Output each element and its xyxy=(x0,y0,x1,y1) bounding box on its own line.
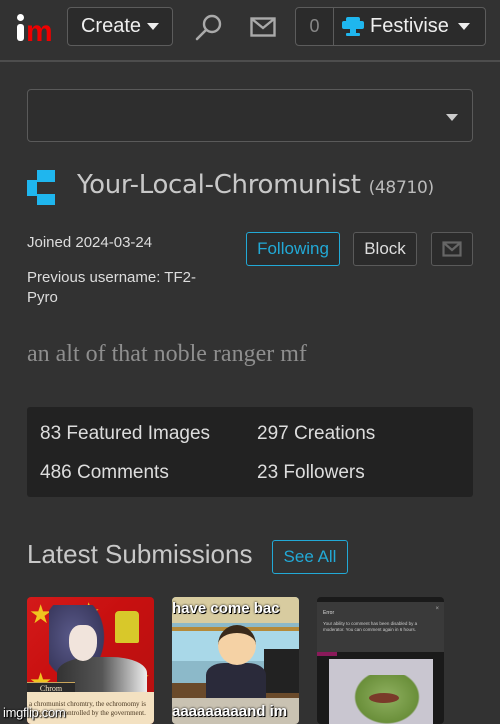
stat-followers[interactable]: 23 Followers xyxy=(257,462,365,484)
character-face xyxy=(69,625,97,661)
stat-featured-images[interactable]: 83 Featured Images xyxy=(40,423,210,445)
logo-i-stem xyxy=(17,24,24,41)
meme-bottom-text: aaaaaaaaand im xyxy=(172,703,288,720)
search-icon[interactable] xyxy=(194,13,224,41)
error-dialog-message: Your ability to comment has been disable… xyxy=(323,621,418,632)
pixel-c-icon xyxy=(27,170,55,205)
stat-creations[interactable]: 297 Creations xyxy=(257,423,375,445)
user-menu-label: Festivise xyxy=(370,15,449,37)
meme-top-text: have come bac xyxy=(172,600,280,617)
logo-i-dot xyxy=(17,14,24,21)
error-dialog-title: Error xyxy=(323,610,335,616)
mail-icon[interactable] xyxy=(250,17,276,37)
logo-m: m xyxy=(26,15,53,48)
caret-down-icon xyxy=(458,23,470,30)
anchor-suit xyxy=(206,663,266,703)
kermit-mouth xyxy=(369,693,399,703)
mail-icon xyxy=(442,241,462,257)
username-text: Your-Local-Chromunist xyxy=(77,170,361,200)
top-navigation-bar: m Create 0 Festivise xyxy=(0,0,500,62)
stats-panel: 83 Featured Images 297 Creations 486 Com… xyxy=(27,407,473,497)
following-button[interactable]: Following xyxy=(246,232,340,266)
previous-username: Previous username: TF2-Pyro xyxy=(27,269,196,306)
notification-count[interactable]: 0 xyxy=(296,8,334,45)
submission-thumbnail[interactable]: Error Your ability to comment has been d… xyxy=(317,597,444,724)
fist-image xyxy=(115,611,139,643)
caret-down-icon xyxy=(147,23,160,30)
accent-bar xyxy=(317,652,337,656)
profile-bio: an alt of that noble ranger mf xyxy=(27,341,307,367)
error-dialog: Error Your ability to comment has been d… xyxy=(317,602,444,652)
imgflip-logo[interactable]: m xyxy=(15,13,55,47)
create-dropdown-button[interactable]: Create xyxy=(67,7,173,46)
block-button[interactable]: Block xyxy=(353,232,417,266)
chevron-down-icon xyxy=(446,114,458,121)
profile-username: Your-Local-Chromunist (48710) xyxy=(77,170,434,200)
user-menu-dropdown[interactable]: Festivise xyxy=(334,8,485,45)
tree-icon xyxy=(342,16,364,36)
monitor xyxy=(264,649,299,693)
submission-thumbnail[interactable]: have come bac aaaaaaaaand im xyxy=(172,597,299,724)
profile-section-select[interactable] xyxy=(27,89,473,142)
send-message-button[interactable] xyxy=(431,232,473,266)
close-icon: × xyxy=(435,606,439,612)
stat-comments[interactable]: 486 Comments xyxy=(40,462,169,484)
see-all-button[interactable]: See All xyxy=(272,540,348,574)
anchor-head xyxy=(218,625,256,665)
user-points: (48710) xyxy=(368,178,435,198)
imgflip-watermark: imgflip.com xyxy=(3,705,66,720)
create-label: Create xyxy=(80,15,142,37)
latest-submissions-heading: Latest Submissions xyxy=(27,539,253,569)
user-controls: 0 Festivise xyxy=(295,7,486,46)
joined-date: Joined 2024-03-24 xyxy=(27,234,153,251)
